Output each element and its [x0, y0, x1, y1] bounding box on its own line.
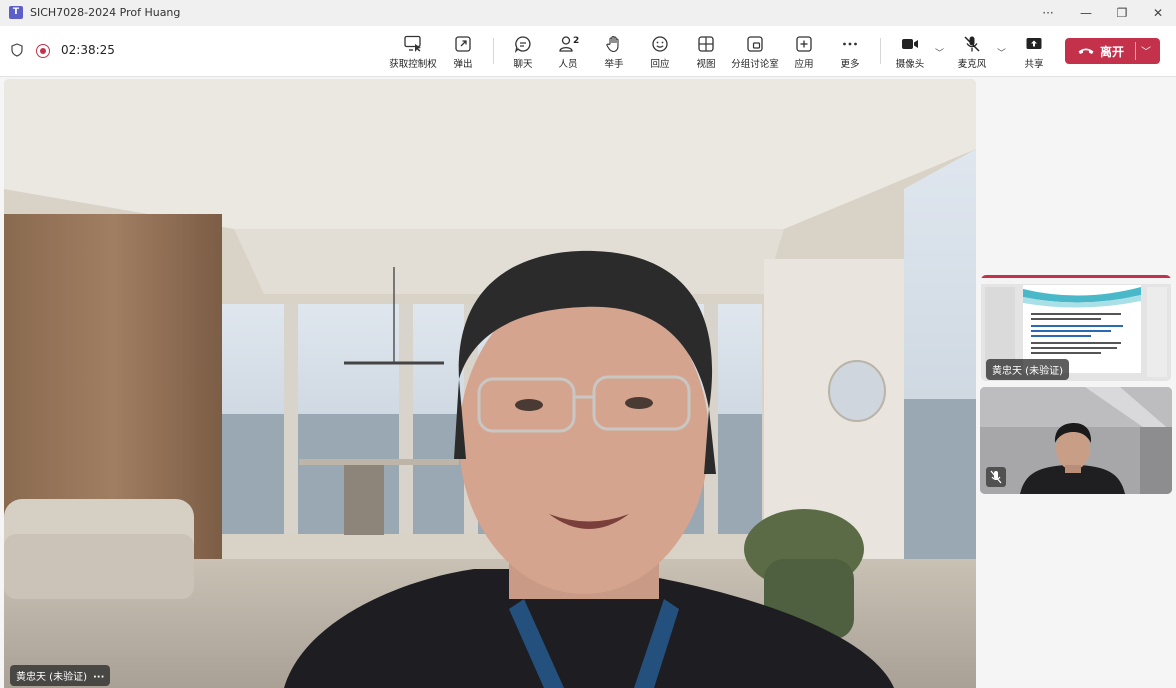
smiley-icon	[652, 36, 668, 52]
speaker-name: 黄忠天 (未验证)	[16, 672, 87, 683]
microphone-label: 麦克风	[957, 59, 987, 70]
take-control-button[interactable]: 获取控制权	[385, 30, 441, 74]
share-label: 共享	[1024, 59, 1044, 70]
window-more-button[interactable]: ···	[1035, 3, 1061, 23]
mic-options-chevron-icon[interactable]: ﹀	[997, 46, 1006, 59]
more-button[interactable]: 更多	[822, 30, 878, 74]
toolbar-divider	[880, 38, 881, 64]
toolbar-divider	[493, 38, 494, 64]
camera-options-chevron-icon[interactable]: ﹀	[935, 46, 944, 59]
meeting-toolbar: 02:38:25 获取控制权 弹出 聊天 2 人员 举手 回应 视图 分组讨论室…	[0, 26, 1176, 77]
minimize-button[interactable]: —	[1073, 3, 1099, 23]
participant-muted-badge	[986, 467, 1006, 487]
mic-off-icon	[990, 470, 1002, 484]
camera-button[interactable]: 摄像头	[882, 30, 938, 74]
leave-options-chevron-icon[interactable]: ﹀	[1141, 43, 1151, 58]
presenter-name: 黄忠天 (未验证)	[992, 366, 1063, 377]
leave-label: 离开	[1100, 45, 1125, 59]
popout-button[interactable]: 弹出	[435, 30, 491, 74]
title-bar: T SICH7028-2024 Prof Huang ··· — ❐ ✕	[0, 0, 1176, 26]
breakout-icon	[747, 36, 763, 52]
speaker-name-tag: 黄忠天 (未验证) ···	[10, 665, 111, 686]
teams-logo-icon: T	[9, 6, 23, 19]
leave-button[interactable]: 离开 ﹀	[1065, 38, 1160, 64]
leave-divider	[1135, 42, 1136, 60]
shared-content-tile[interactable]: 黄忠天 (未验证)	[981, 275, 1171, 381]
speaker-video-feed	[4, 79, 976, 688]
more-icon	[843, 42, 857, 46]
slide-presenter-name-tag: 黄忠天 (未验证)	[986, 359, 1069, 380]
take-control-label: 获取控制权	[389, 59, 437, 70]
recording-icon	[36, 44, 50, 58]
popout-label: 弹出	[453, 59, 473, 70]
popout-icon	[455, 36, 471, 52]
main-video-stage: 黄忠天 (未验证) ···	[4, 79, 976, 688]
camera-label: 摄像头	[895, 59, 925, 70]
window-title: SICH7028-2024 Prof Huang	[30, 6, 181, 19]
participant-video-feed	[980, 387, 1172, 494]
speaker-more-options-button[interactable]: ···	[93, 672, 104, 683]
take-control-icon	[404, 35, 421, 52]
participant-count: 2	[573, 36, 580, 46]
shield-icon	[11, 43, 23, 57]
more-label: 更多	[840, 59, 860, 70]
view-label: 视图	[696, 59, 716, 70]
participant-video-tile[interactable]	[980, 387, 1172, 494]
grid-icon	[698, 36, 714, 52]
view-button[interactable]: 视图	[678, 30, 734, 74]
breakout-label: 分组讨论室	[731, 59, 779, 70]
restore-button[interactable]: ❐	[1109, 3, 1135, 23]
meeting-timer: 02:38:25	[61, 43, 115, 57]
mic-off-icon	[964, 36, 980, 52]
breakout-rooms-button[interactable]: 分组讨论室	[727, 30, 783, 74]
share-button[interactable]: 共享	[1006, 30, 1062, 74]
chat-icon	[514, 36, 531, 53]
hang-up-icon	[1078, 48, 1094, 54]
plus-icon	[796, 36, 812, 52]
microphone-button[interactable]: 麦克风	[944, 30, 1000, 74]
close-button[interactable]: ✕	[1145, 3, 1171, 23]
camera-icon	[902, 39, 918, 49]
hand-icon	[606, 35, 619, 53]
share-icon	[1026, 38, 1042, 49]
